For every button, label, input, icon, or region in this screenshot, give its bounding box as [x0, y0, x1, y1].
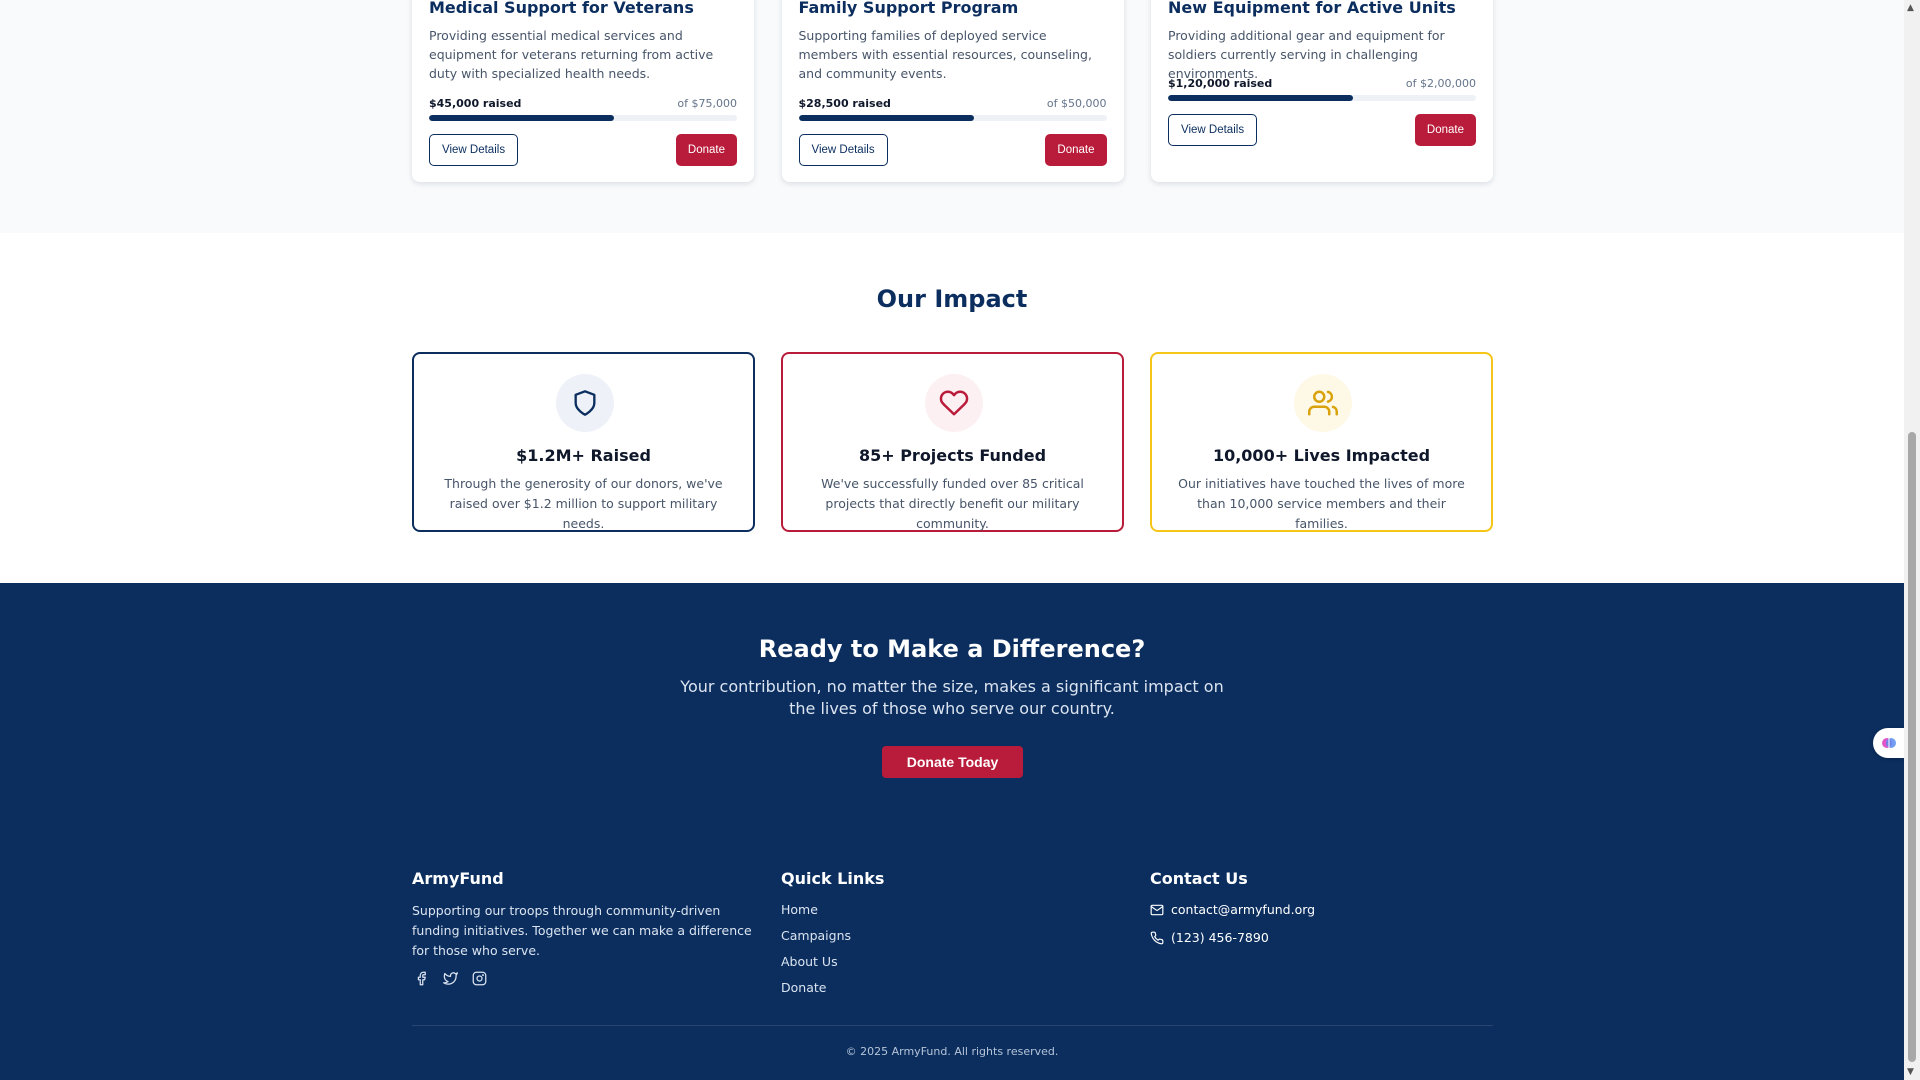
social-links — [414, 971, 752, 986]
view-details-button[interactable]: View Details — [429, 134, 519, 166]
impact-card-title: 85+ Projects Funded — [858, 446, 1047, 465]
page: Medical Support for Veterans Providing e… — [0, 0, 1904, 1080]
campaign-raised: $28,500 raised — [798, 97, 891, 110]
vertical-scrollbar[interactable]: ▲ ▼ — [1904, 0, 1920, 1080]
campaign-title: New Equipment for Active Units — [1168, 0, 1456, 17]
quick-links-title: Quick Links — [781, 869, 885, 888]
campaign-progress-bar — [429, 115, 737, 121]
campaign-goal: of $2,00,000 — [1405, 77, 1476, 90]
copyright: © 2025 ArmyFund. All rights reserved. — [845, 1045, 1059, 1058]
view-details-button[interactable]: View Details — [798, 134, 888, 166]
impact-card-description: Our initiatives have touched the lives o… — [1178, 476, 1465, 531]
cta-footer-section: Ready to Make a Difference? Your contrib… — [0, 583, 1904, 1080]
cta-title: Ready to Make a Difference? — [758, 635, 1146, 663]
campaigns-section: Medical Support for Veterans Providing e… — [0, 0, 1904, 233]
assistant-icon — [1881, 738, 1896, 748]
campaign-goal: of $50,000 — [1046, 97, 1107, 110]
footer-brand-column: ArmyFund Supporting our troops through c… — [412, 869, 752, 986]
donate-button[interactable]: Donate — [675, 134, 737, 166]
mail-icon — [1150, 904, 1164, 916]
campaign-card: Family Support Program Supporting famili… — [781, 0, 1124, 182]
campaign-progress-fill — [429, 115, 614, 121]
floating-assistant-widget[interactable] — [1873, 728, 1904, 758]
impact-section: Our Impact $1.2M+ Raised Through the gen… — [0, 233, 1904, 583]
footer-link-about[interactable]: About Us — [781, 953, 884, 971]
contact-phone-row[interactable]: (123) 456-7890 — [1150, 929, 1315, 947]
campaign-cards: Medical Support for Veterans Providing e… — [412, 0, 1493, 182]
impact-card-description: We've successfully funded over 85 critic… — [821, 476, 1084, 531]
impact-card-raised: $1.2M+ Raised Through the generosity of … — [412, 352, 755, 532]
contact-phone: (123) 456-7890 — [1171, 930, 1269, 945]
footer-tagline: Supporting our troops through community-… — [412, 903, 752, 958]
campaign-goal: of $75,000 — [677, 97, 737, 110]
phone-icon — [1150, 931, 1164, 945]
contact-email-row[interactable]: contact@armyfund.org — [1150, 901, 1315, 919]
campaign-raised: $45,000 raised — [429, 97, 522, 110]
campaign-card: Medical Support for Veterans Providing e… — [412, 0, 754, 182]
campaign-progress-fill — [1168, 95, 1353, 101]
users-icon — [1308, 390, 1338, 416]
impact-card-projects: 85+ Projects Funded We've successfully f… — [781, 352, 1124, 532]
campaign-progress-bar — [1168, 95, 1476, 101]
donate-button[interactable]: Donate — [1045, 134, 1107, 166]
campaign-description: Providing essential medical services and… — [429, 28, 714, 81]
campaign-title: Family Support Program — [798, 0, 1019, 17]
contact-title: Contact Us — [1150, 869, 1248, 888]
scrollbar-thumb[interactable] — [1908, 432, 1916, 1062]
footer-quick-links-column: Quick Links Home Campaigns About Us Dona… — [781, 869, 884, 1005]
scroll-down-arrow-icon[interactable]: ▼ — [1907, 1067, 1914, 1077]
footer-link-home[interactable]: Home — [781, 901, 884, 919]
view-details-button[interactable]: View Details — [1168, 114, 1258, 146]
impact-title: Our Impact — [876, 285, 1028, 313]
heart-icon — [939, 390, 969, 416]
impact-card-title: 10,000+ Lives Impacted — [1212, 446, 1431, 465]
donate-button[interactable]: Donate — [1414, 114, 1476, 146]
footer-divider — [412, 1025, 1493, 1026]
campaign-description: Providing additional gear and equipment … — [1168, 28, 1445, 81]
campaign-card: New Equipment for Active Units Providing… — [1151, 0, 1493, 182]
cta-text: Your contribution, no matter the size, m… — [680, 677, 1224, 718]
footer-link-campaigns[interactable]: Campaigns — [781, 927, 884, 945]
impact-cards: $1.2M+ Raised Through the generosity of … — [412, 352, 1493, 532]
impact-card-lives: 10,000+ Lives Impacted Our initiatives h… — [1150, 352, 1493, 532]
campaign-title: Medical Support for Veterans — [429, 0, 694, 17]
donate-today-button[interactable]: Donate Today — [882, 746, 1023, 778]
instagram-icon[interactable] — [472, 971, 487, 986]
footer-brand: ArmyFund — [412, 869, 504, 888]
users-icon-circle — [1294, 374, 1352, 432]
impact-card-description: Through the generosity of our donors, we… — [444, 476, 723, 531]
scroll-up-arrow-icon[interactable]: ▲ — [1907, 3, 1914, 13]
campaign-description: Supporting families of deployed service … — [798, 28, 1092, 81]
twitter-icon[interactable] — [443, 971, 458, 986]
heart-icon-circle — [925, 374, 983, 432]
contact-email: contact@armyfund.org — [1171, 902, 1316, 917]
impact-card-title: $1.2M+ Raised — [516, 446, 651, 465]
footer-contact-column: Contact Us contact@armyfund.org (123) 45… — [1150, 869, 1315, 957]
shield-icon-circle — [556, 374, 614, 432]
campaign-progress-bar — [798, 115, 1107, 121]
shield-icon — [574, 390, 596, 416]
campaign-raised: $1,20,000 raised — [1168, 77, 1273, 90]
facebook-icon[interactable] — [414, 971, 429, 986]
footer-link-donate[interactable]: Donate — [781, 979, 884, 997]
campaign-progress-fill — [798, 115, 975, 121]
